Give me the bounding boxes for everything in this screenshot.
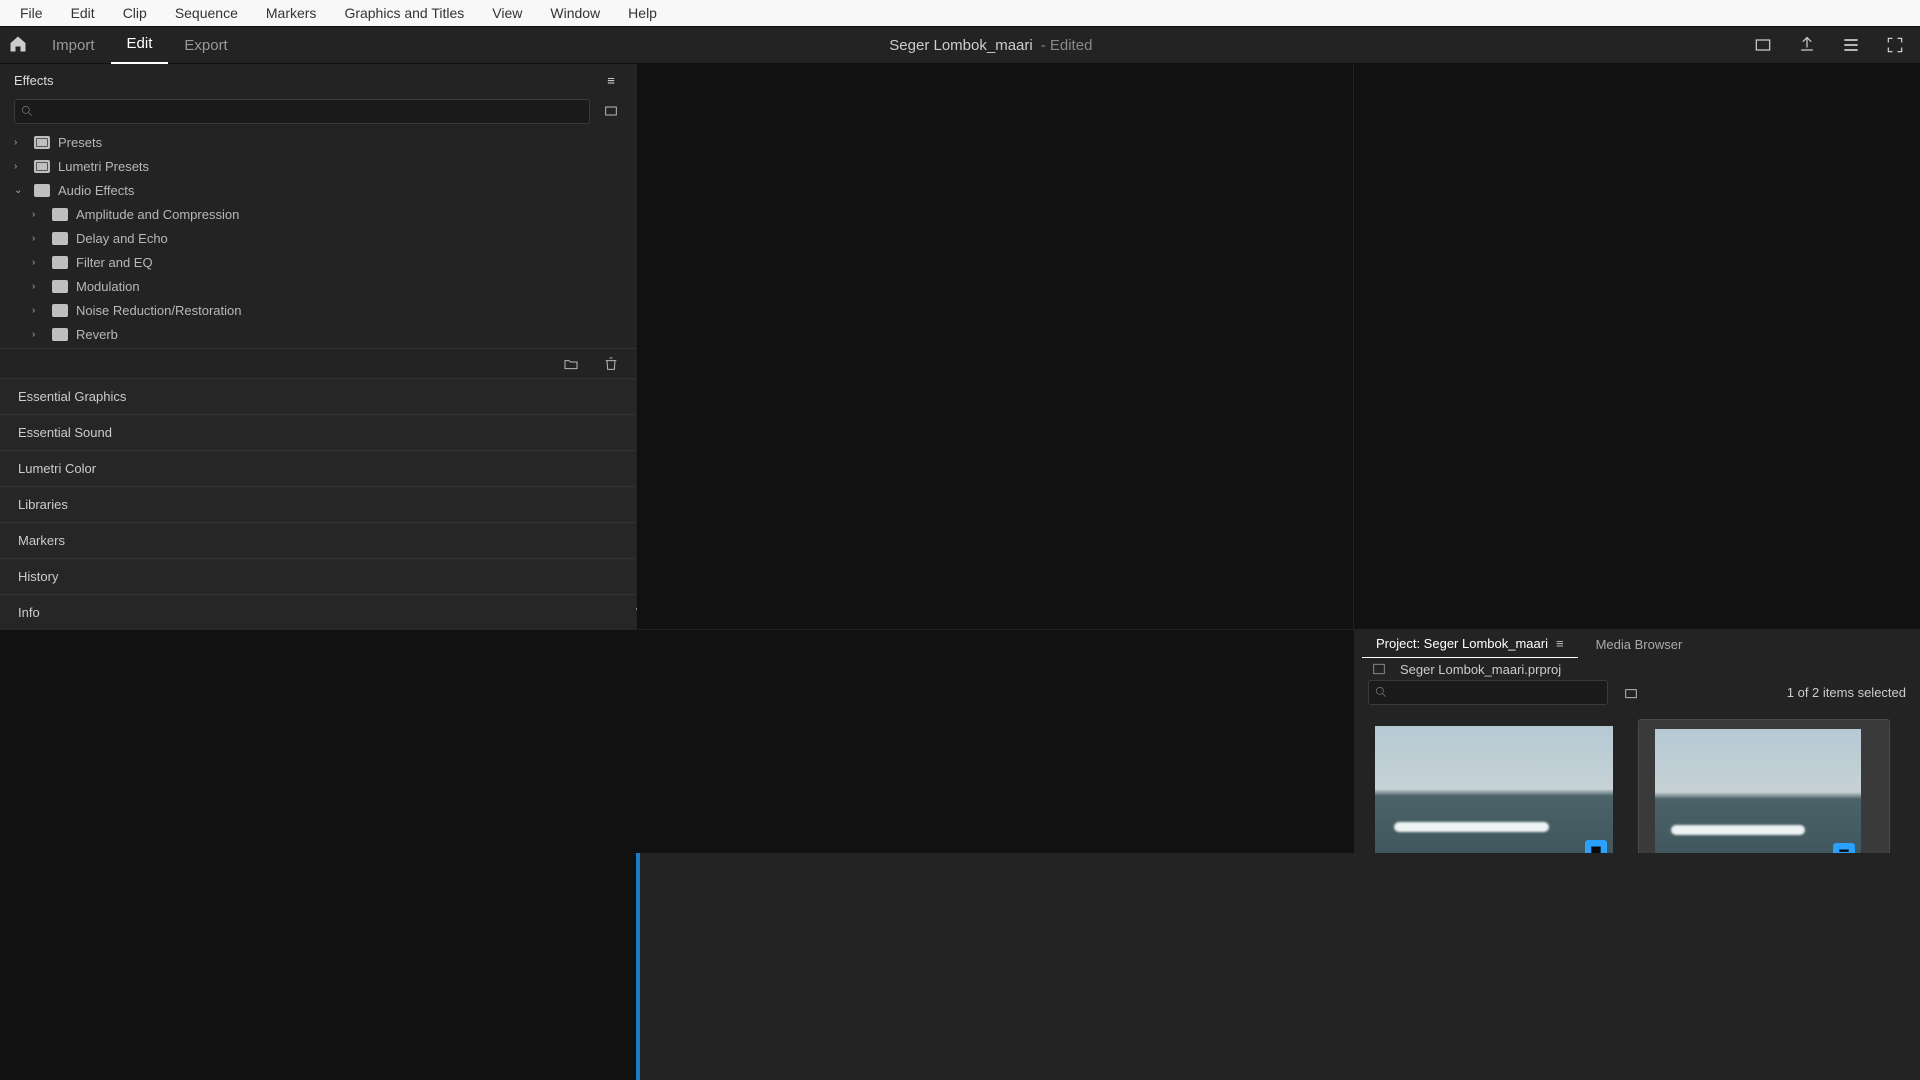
- project-bins: DJI_0596.MP43:46DJI_05963:46: [1354, 705, 1920, 853]
- menu-edit[interactable]: Edit: [57, 1, 109, 25]
- slip-tool[interactable]: [638, 1048, 640, 1074]
- effects-panel: Effects ≡ ›Presets›Lumetri Presets⌄Audio…: [0, 64, 636, 630]
- effects-node[interactable]: ›Filter and EQ: [0, 250, 636, 274]
- project-icon: [1368, 658, 1390, 680]
- project-filename: Seger Lombok_maari.prproj: [1400, 662, 1561, 677]
- workspace-edit[interactable]: Edit: [111, 26, 169, 64]
- project-suffix: - Edited: [1041, 37, 1093, 54]
- collapsed-panels: Essential GraphicsEssential SoundLumetri…: [0, 378, 636, 630]
- razor-tool[interactable]: [638, 1008, 640, 1034]
- effects-node[interactable]: ›Noise Reduction/Restoration: [0, 298, 636, 322]
- timeline-panel: × DJI_0596≡ 00:00:01:27: [636, 853, 640, 1080]
- project-bin[interactable]: DJI_0596.MP43:46: [1368, 719, 1620, 853]
- effects-tree: ›Presets›Lumetri Presets⌄Audio Effects›A…: [0, 126, 636, 348]
- selection-tool[interactable]: [638, 888, 640, 914]
- effects-node[interactable]: ›Presets: [0, 130, 636, 154]
- menu-help[interactable]: Help: [614, 1, 671, 25]
- new-bin-icon[interactable]: [600, 100, 622, 122]
- project-panel: Project: Seger Lombok_maari ≡ Media Brows…: [1354, 630, 1920, 853]
- tab-project[interactable]: Project: Seger Lombok_maari ≡: [1362, 630, 1578, 658]
- effects-node[interactable]: ›Delay and Echo: [0, 226, 636, 250]
- new-bin-button[interactable]: [1620, 682, 1642, 704]
- home-icon[interactable]: [0, 34, 36, 57]
- menubar: File Edit Clip Sequence Markers Graphics…: [0, 0, 1920, 26]
- quick-export-icon[interactable]: [1752, 34, 1774, 56]
- workspace-bar: Import Edit Export Seger Lombok_maari - …: [0, 26, 1920, 64]
- clip-icon: [1585, 840, 1607, 853]
- collapsed-panel[interactable]: History: [0, 558, 636, 594]
- project-bin[interactable]: DJI_05963:46: [1638, 719, 1890, 853]
- workspace-export[interactable]: Export: [168, 37, 243, 54]
- effects-search[interactable]: [14, 99, 590, 124]
- collapsed-panel[interactable]: Markers: [0, 522, 636, 558]
- project-name: Seger Lombok_maari: [889, 37, 1032, 54]
- effects-node[interactable]: ›Amplitude and Compression: [0, 202, 636, 226]
- project-search[interactable]: [1368, 680, 1608, 705]
- effects-node[interactable]: ›Lumetri Presets: [0, 154, 636, 178]
- menu-view[interactable]: View: [478, 1, 536, 25]
- delete-icon[interactable]: [600, 353, 622, 375]
- ripple-edit-tool[interactable]: [638, 968, 640, 994]
- workspace-import[interactable]: Import: [36, 37, 111, 54]
- collapsed-panel[interactable]: Essential Sound: [0, 414, 636, 450]
- effects-node[interactable]: ⌄Audio Effects: [0, 178, 636, 202]
- menu-graphics[interactable]: Graphics and Titles: [330, 1, 478, 25]
- menu-window[interactable]: Window: [536, 1, 614, 25]
- effects-node[interactable]: ›Reverb: [0, 322, 636, 346]
- project-title: Seger Lombok_maari - Edited: [244, 37, 1738, 54]
- workspace-menu-icon[interactable]: [1840, 34, 1862, 56]
- menu-file[interactable]: File: [6, 1, 57, 25]
- sequence-icon: [1833, 843, 1855, 853]
- effects-title: Effects: [14, 73, 54, 88]
- panel-menu-icon[interactable]: ≡: [600, 69, 622, 91]
- collapsed-panel[interactable]: Info: [0, 594, 636, 630]
- collapsed-panel[interactable]: Lumetri Color: [0, 450, 636, 486]
- collapsed-panel[interactable]: Libraries: [0, 486, 636, 522]
- menu-clip[interactable]: Clip: [109, 1, 161, 25]
- new-folder-icon[interactable]: [560, 353, 582, 375]
- tab-menu-icon[interactable]: ≡: [1556, 636, 1564, 651]
- collapsed-panel[interactable]: Essential Graphics: [0, 378, 636, 414]
- effects-node[interactable]: ›Modulation: [0, 274, 636, 298]
- tab-project-label: Project: Seger Lombok_maari: [1376, 636, 1548, 651]
- timeline-tools: [638, 884, 640, 1080]
- tab-media-browser[interactable]: Media Browser: [1582, 631, 1697, 658]
- selection-count: 1 of 2 items selected: [1787, 685, 1906, 700]
- menu-sequence[interactable]: Sequence: [161, 1, 252, 25]
- fullscreen-icon[interactable]: [1884, 34, 1906, 56]
- menu-markers[interactable]: Markers: [252, 1, 331, 25]
- track-select-tool[interactable]: [638, 928, 640, 954]
- share-icon[interactable]: [1796, 34, 1818, 56]
